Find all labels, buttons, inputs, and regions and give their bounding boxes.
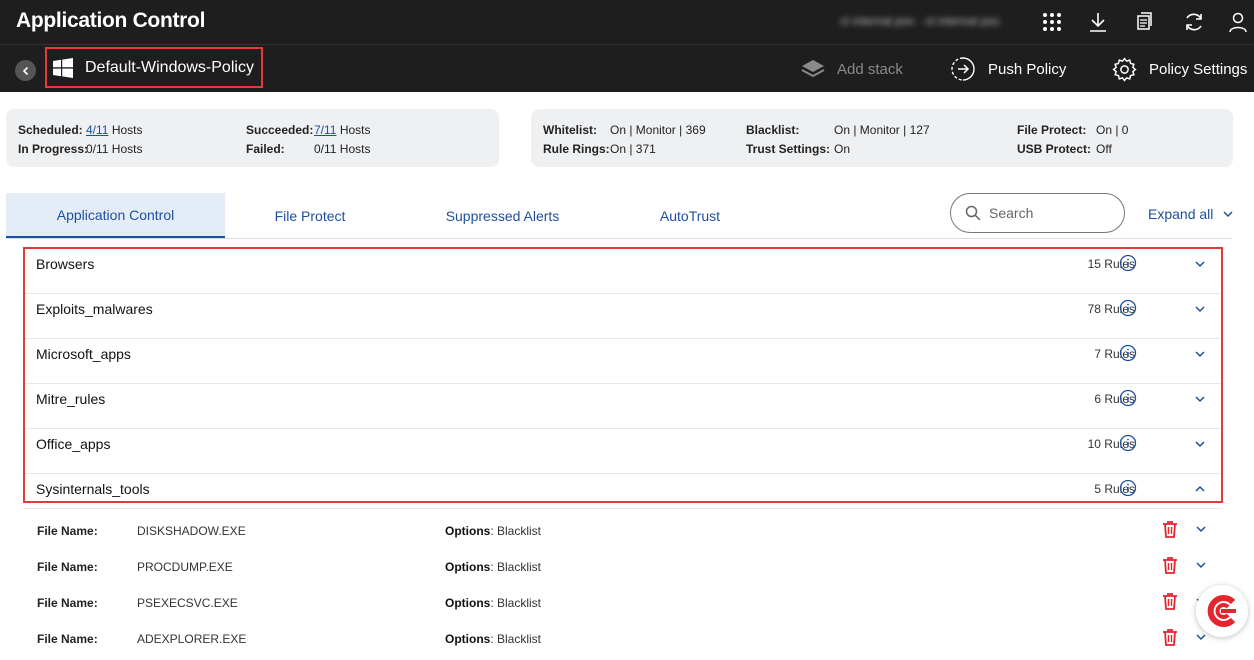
deployment-status-panel: Scheduled: 4/11 Hosts In Progress: 0/11 … <box>6 109 499 167</box>
rule-group-microsoft-apps[interactable]: Microsoft_apps 7 Rules <box>25 339 1221 384</box>
usb-protect-setting: USB Protect: Off <box>1017 142 1112 156</box>
download-icon[interactable] <box>1086 10 1110 34</box>
rule-group-sysinternals-tools[interactable]: Sysinternals_tools 5 Rules <box>25 474 1221 501</box>
document-icon[interactable] <box>1132 10 1156 34</box>
tab-application-control[interactable]: Application Control <box>6 193 225 238</box>
chevron-down-icon <box>1223 211 1233 218</box>
push-arrow-icon <box>951 57 975 81</box>
chevron-left-icon <box>22 66 28 75</box>
info-icon[interactable] <box>1119 299 1137 317</box>
search-box[interactable] <box>950 193 1125 233</box>
push-policy-button[interactable]: Push Policy <box>950 57 1066 81</box>
policy-name: Default-Windows-Policy <box>85 58 254 76</box>
account-name[interactable]: ct internal poc · ct internal poc <box>840 14 1000 28</box>
trash-icon[interactable] <box>1162 628 1178 646</box>
brand-logo-icon <box>1207 595 1236 627</box>
search-icon <box>965 205 981 221</box>
apps-grid-icon[interactable] <box>1040 10 1064 34</box>
rule-group-browsers[interactable]: Browsers 15 Rules <box>25 249 1221 294</box>
chevron-down-icon[interactable] <box>1193 257 1207 271</box>
divider <box>23 508 1223 509</box>
succeeded-status: Succeeded: 7/11 Hosts <box>246 123 371 137</box>
scheduled-link[interactable]: 4/11 <box>86 123 108 137</box>
trash-icon[interactable] <box>1162 556 1178 574</box>
app-title: Application Control <box>16 9 206 32</box>
info-icon[interactable] <box>1119 434 1137 452</box>
expand-all-button[interactable]: Expand all <box>1148 206 1235 222</box>
in-progress-status: In Progress: 0/11 Hosts <box>18 142 143 156</box>
chevron-down-icon[interactable] <box>1193 392 1207 406</box>
gear-icon <box>1112 56 1137 82</box>
chevron-up-icon[interactable] <box>1193 482 1207 496</box>
file-protect-setting: File Protect: On | 0 <box>1017 123 1129 137</box>
file-options: Options: Blacklist <box>445 596 542 610</box>
layers-icon <box>801 60 825 78</box>
file-rule-row[interactable]: File Name: PSEXECSVC.EXE Options: Blackl… <box>23 588 1223 624</box>
rule-rings-setting: Rule Rings: On | 371 <box>543 142 656 156</box>
scheduled-status: Scheduled: 4/11 Hosts <box>18 123 143 137</box>
succeeded-link[interactable]: 7/11 <box>314 123 336 137</box>
file-name: PSEXECSVC.EXE <box>137 596 238 610</box>
tab-suppressed-alerts[interactable]: Suppressed Alerts <box>395 193 610 238</box>
file-rule-row[interactable]: File Name: PROCDUMP.EXE Options: Blackli… <box>23 552 1223 588</box>
blacklist-setting: Blacklist: On | Monitor | 127 <box>746 123 930 137</box>
whitelist-setting: Whitelist: On | Monitor | 369 <box>543 123 706 137</box>
top-bar: Application Control ct internal poc · ct… <box>0 0 1254 44</box>
chevron-down-icon[interactable] <box>1193 347 1207 361</box>
policy-title: Default-Windows-Policy <box>45 47 263 88</box>
rule-group-mitre-rules[interactable]: Mitre_rules 6 Rules <box>25 384 1221 429</box>
back-button[interactable] <box>15 60 36 81</box>
chevron-down-icon[interactable] <box>1194 522 1208 536</box>
file-rule-row[interactable]: File Name: DISKSHADOW.EXE Options: Black… <box>23 516 1223 552</box>
info-icon[interactable] <box>1119 254 1137 272</box>
trust-settings-setting: Trust Settings: On <box>746 142 851 156</box>
chevron-down-icon[interactable] <box>1193 437 1207 451</box>
policy-settings-summary: Whitelist: On | Monitor | 369 Rule Rings… <box>531 109 1233 167</box>
file-rule-row[interactable]: File Name: ADEXPLORER.EXE Options: Black… <box>23 624 1223 660</box>
refresh-icon[interactable] <box>1182 10 1206 34</box>
file-name: DISKSHADOW.EXE <box>137 524 246 538</box>
info-icon[interactable] <box>1119 389 1137 407</box>
file-options: Options: Blacklist <box>445 560 542 574</box>
chevron-down-icon[interactable] <box>1194 558 1208 572</box>
trash-icon[interactable] <box>1162 520 1178 538</box>
policy-settings-button[interactable]: Policy Settings <box>1112 56 1247 82</box>
info-icon[interactable] <box>1119 479 1137 497</box>
search-input[interactable] <box>989 205 1109 221</box>
file-name: PROCDUMP.EXE <box>137 560 233 574</box>
assistant-button[interactable] <box>1196 585 1248 637</box>
failed-status: Failed: 0/11 Hosts <box>246 142 371 156</box>
rule-groups-list: Browsers 15 Rules Exploits_malwares 78 R… <box>23 247 1223 503</box>
rule-group-exploits-malwares[interactable]: Exploits_malwares 78 Rules <box>25 294 1221 339</box>
chevron-down-icon[interactable] <box>1193 302 1207 316</box>
add-stack-button[interactable]: Add stack <box>801 57 903 81</box>
file-options: Options: Blacklist <box>445 524 542 538</box>
windows-logo-icon <box>53 57 73 78</box>
file-options: Options: Blacklist <box>445 632 542 646</box>
rule-group-office-apps[interactable]: Office_apps 10 Rules <box>25 429 1221 474</box>
file-name: ADEXPLORER.EXE <box>137 632 247 646</box>
user-icon[interactable] <box>1226 10 1250 34</box>
policy-bar: Default-Windows-Policy Add stack Push Po… <box>0 44 1254 92</box>
info-icon[interactable] <box>1119 344 1137 362</box>
tab-autotrust[interactable]: AutoTrust <box>610 193 770 238</box>
trash-icon[interactable] <box>1162 592 1178 610</box>
tab-file-protect[interactable]: File Protect <box>225 193 395 238</box>
